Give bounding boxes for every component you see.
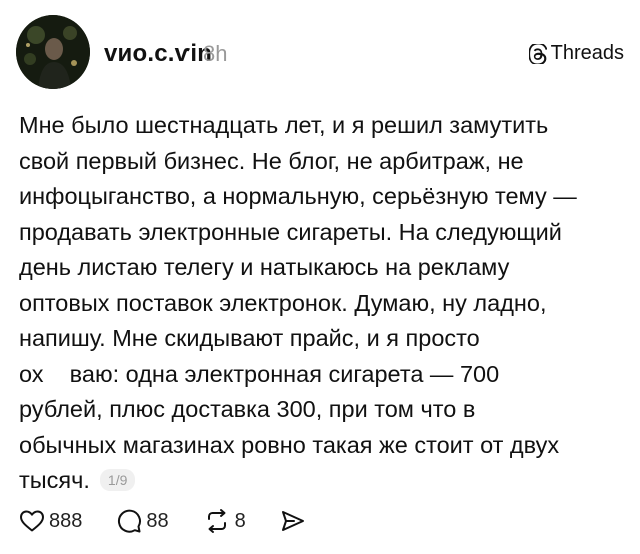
- repost-button[interactable]: 8: [203, 508, 246, 534]
- share-send-icon: [281, 511, 304, 531]
- threads-post: vиo.c.ѵin 8h Threads Мне было шестнадцат…: [0, 0, 640, 554]
- like-button[interactable]: 888: [19, 509, 82, 533]
- like-count: 888: [49, 509, 83, 532]
- comment-button[interactable]: 88: [116, 508, 169, 534]
- threads-logo-icon: [528, 43, 547, 64]
- post-body-line: рублей, плюс доставка 300, при том что в: [19, 396, 476, 422]
- post-body-line: инфоцыганство, а нормальную, серьёзную т…: [19, 183, 577, 209]
- username[interactable]: vиo.c.ѵin: [104, 40, 212, 68]
- post-body-line: тысяч.: [19, 467, 90, 493]
- heart-icon: [20, 510, 44, 532]
- comment-count: 88: [146, 509, 169, 532]
- post-body-line: обычных магазинах ровно такая же стоит о…: [19, 431, 560, 458]
- post-body-line: оптовых поставок электронок. Думаю, ну л…: [19, 289, 547, 316]
- post-body-line: продавать электронные сигареты. На следу…: [19, 218, 562, 245]
- post-body-last-line: тысяч. 1/9: [19, 463, 629, 499]
- threads-badge[interactable]: Threads: [528, 42, 624, 65]
- post-body-line: Мне было шестнадцать лет, и я решил заму…: [19, 112, 549, 138]
- threads-label: Threads: [550, 42, 624, 64]
- avatar-photo-icon: [16, 15, 90, 89]
- post-body-line: напишу. Мне скидывают прайс, и я просто: [19, 325, 480, 351]
- comment-bubble-icon: [118, 509, 142, 533]
- repost-icon: [207, 509, 226, 533]
- page-indicator: 1/9: [99, 469, 136, 491]
- post-time: 8h: [203, 41, 228, 66]
- post-body-line: день листаю телегу и натыкаюсь на реклам…: [19, 254, 510, 280]
- post-body-line: свой первый бизнес. Не блог, не арбитраж…: [19, 147, 524, 174]
- avatar[interactable]: [16, 15, 90, 89]
- post-body-line: ох ваю: одна электронная сигарета — 700: [19, 360, 500, 387]
- action-bar: 888 88 8: [19, 508, 340, 534]
- repost-count: 8: [234, 509, 246, 532]
- share-button[interactable]: [280, 509, 306, 533]
- post-body: Мне было шестнадцать лет, и я решил заму…: [19, 108, 629, 499]
